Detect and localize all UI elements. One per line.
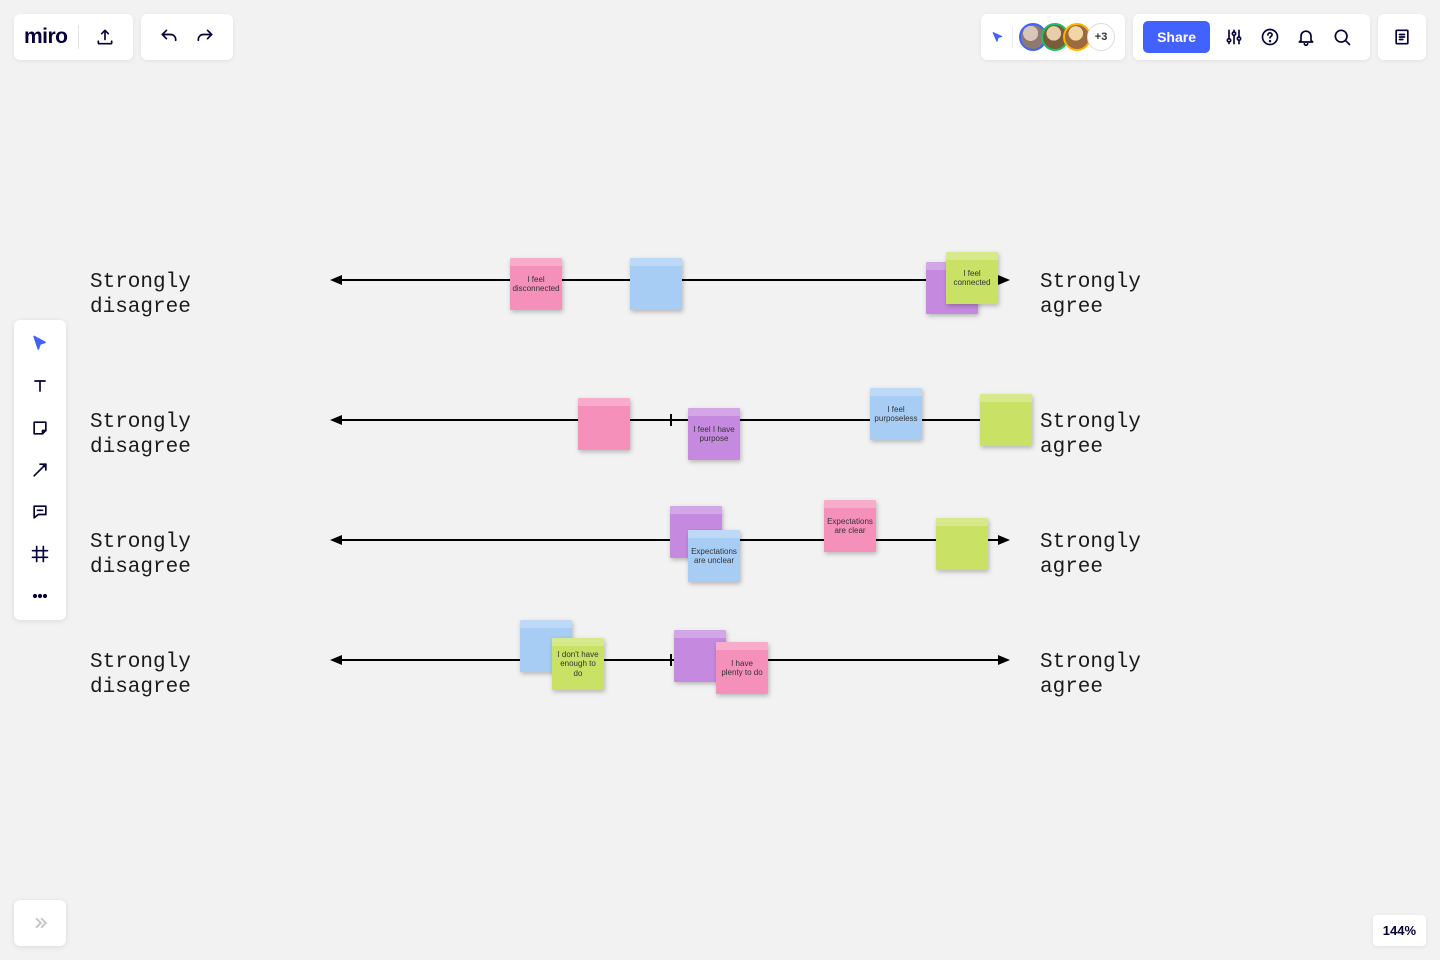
scale-label-right: Stronglyagree xyxy=(1040,410,1180,460)
upload-icon xyxy=(94,26,116,48)
sticky-note[interactable] xyxy=(980,394,1032,446)
sliders-icon xyxy=(1223,26,1245,48)
scale-label-right: Stronglyagree xyxy=(1040,530,1180,580)
scale-axis xyxy=(330,660,1010,661)
comments-group xyxy=(1378,14,1426,60)
scale-label-left: Stronglydisagree xyxy=(90,650,210,700)
settings-button[interactable] xyxy=(1216,19,1252,55)
actions-group: Share xyxy=(1133,14,1370,60)
left-toolbar xyxy=(14,320,66,620)
notes-icon xyxy=(1391,26,1413,48)
sticky-note[interactable]: I have plenty to do xyxy=(716,642,768,694)
collapse-panel-button[interactable] xyxy=(14,900,66,946)
zoom-level[interactable]: 144% xyxy=(1373,915,1426,946)
notifications-button[interactable] xyxy=(1288,19,1324,55)
search-button[interactable] xyxy=(1324,19,1360,55)
sticky-note[interactable]: I feel disconnected xyxy=(510,258,562,310)
sticky-note[interactable]: Expectations are unclear xyxy=(688,530,740,582)
top-bar: miro +3 Share xyxy=(0,14,1440,62)
notes-button[interactable] xyxy=(1384,19,1420,55)
scale-label-right: Stronglyagree xyxy=(1040,270,1180,320)
bell-icon xyxy=(1295,26,1317,48)
frame-tool[interactable] xyxy=(28,542,52,566)
sticky-note[interactable] xyxy=(578,398,630,450)
sticky-note[interactable] xyxy=(630,258,682,310)
app-logo[interactable]: miro xyxy=(24,25,79,49)
likert-scale-row: StronglydisagreeStronglyagreeI feel I ha… xyxy=(220,420,1220,480)
undo-icon xyxy=(158,26,180,48)
share-button[interactable]: Share xyxy=(1143,21,1210,53)
sticky-note[interactable]: I feel purposeless xyxy=(870,388,922,440)
scale-label-right: Stronglyagree xyxy=(1040,650,1180,700)
likert-scale-row: StronglydisagreeStronglyagreeI don't hav… xyxy=(220,660,1220,720)
help-button[interactable] xyxy=(1252,19,1288,55)
sticky-note-tool[interactable] xyxy=(28,416,52,440)
logo-group: miro xyxy=(14,14,133,60)
scale-label-left: Stronglydisagree xyxy=(90,530,210,580)
redo-icon xyxy=(194,26,216,48)
avatar-overflow[interactable]: +3 xyxy=(1087,23,1115,51)
sticky-note[interactable]: I don't have enough to do xyxy=(552,638,604,690)
collaborator-avatars[interactable]: +3 xyxy=(1017,23,1115,51)
undo-button[interactable] xyxy=(151,19,187,55)
scale-label-left: Stronglydisagree xyxy=(90,410,210,460)
presentation-cursor-icon[interactable] xyxy=(991,26,1013,48)
redo-button[interactable] xyxy=(187,19,223,55)
search-icon xyxy=(1331,26,1353,48)
help-icon xyxy=(1259,26,1281,48)
scale-label-left: Stronglydisagree xyxy=(90,270,210,320)
sticky-note[interactable]: I feel connected xyxy=(946,252,998,304)
infinite-canvas[interactable]: Stronglydisagree Stronglyagree I feel disc… xyxy=(0,0,1440,960)
more-tools[interactable] xyxy=(28,584,52,608)
arrow-tool[interactable] xyxy=(28,458,52,482)
comment-tool[interactable] xyxy=(28,500,52,524)
text-tool[interactable] xyxy=(28,374,52,398)
sticky-note[interactable] xyxy=(936,518,988,570)
select-tool[interactable] xyxy=(28,332,52,356)
sticky-note[interactable]: I feel I have purpose xyxy=(688,408,740,460)
presence-group: +3 xyxy=(981,14,1125,60)
likert-scale-row: StronglydisagreeStronglyagreeI feel disc… xyxy=(220,280,1220,340)
export-button[interactable] xyxy=(87,19,123,55)
sticky-note[interactable]: Expectations are clear xyxy=(824,500,876,552)
likert-scale-row: StronglydisagreeStronglyagreeExpectation… xyxy=(220,540,1220,600)
history-group xyxy=(141,14,233,60)
